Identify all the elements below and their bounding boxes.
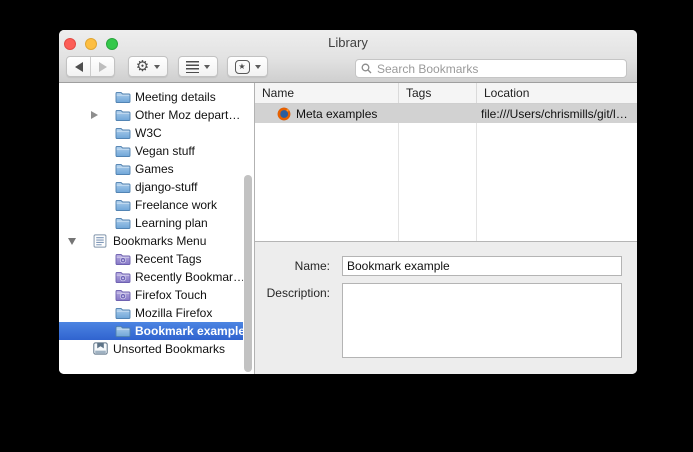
folder-icon	[115, 126, 131, 140]
search-field[interactable]	[355, 59, 627, 78]
description-label: Description:	[266, 286, 330, 300]
bookmarks-tree: Meeting details Other Moz depart… W3C Ve…	[59, 83, 254, 358]
sidebar-item-meeting-details[interactable]: Meeting details	[59, 88, 243, 106]
sidebar-item-freelance-work[interactable]: Freelance work	[59, 196, 243, 214]
column-header-name[interactable]: Name	[255, 83, 399, 103]
folder-icon	[115, 108, 131, 122]
chevron-down-icon	[154, 64, 161, 69]
sidebar-item-label: Recent Tags	[135, 252, 202, 266]
table-header: Name Tags Location	[255, 83, 637, 104]
name-field[interactable]	[342, 256, 622, 276]
chevron-down-icon	[254, 64, 261, 69]
folder-icon	[115, 324, 131, 338]
library-window: Library ⚙ ★ Meetin	[59, 30, 637, 374]
back-button[interactable]	[67, 57, 90, 76]
column-header-tags[interactable]: Tags	[399, 83, 477, 103]
folder-icon	[115, 162, 131, 176]
disclosure-triangle-icon[interactable]	[65, 237, 79, 245]
sidebar-item-unsorted-bookmarks[interactable]: Unsorted Bookmarks	[59, 340, 243, 358]
sidebar-item-label: Recently Bookmar…	[135, 270, 243, 284]
bookmark-name: Meta examples	[296, 106, 378, 121]
sidebar-item-mozilla-firefox[interactable]: Mozilla Firefox	[59, 304, 243, 322]
sidebar-item-w3c[interactable]: W3C	[59, 124, 243, 142]
sidebar-item-label: Games	[135, 162, 174, 176]
smart-folder-icon	[115, 252, 131, 266]
cell-name: Meta examples	[255, 107, 399, 121]
bookmark-row-meta-examples[interactable]: Meta examples file:///Users/chrismills/gi…	[255, 104, 637, 123]
sidebar-item-label: Vegan stuff	[135, 144, 195, 158]
sidebar-item-label: Meeting details	[135, 90, 216, 104]
sidebar-item-games[interactable]: Games	[59, 160, 243, 178]
chevron-down-icon	[204, 64, 210, 69]
sidebar-item-learning-plan[interactable]: Learning plan	[59, 214, 243, 232]
library-content: Meeting details Other Moz depart… W3C Ve…	[59, 83, 637, 374]
gear-icon: ⚙	[135, 57, 150, 75]
folder-icon	[115, 144, 131, 158]
name-label: Name:	[294, 259, 330, 273]
sidebar-item-label: Bookmarks Menu	[113, 234, 207, 248]
sidebar-item-label: Mozilla Firefox	[135, 306, 213, 320]
window-chrome: Library ⚙ ★	[59, 30, 637, 83]
folder-icon	[115, 198, 131, 212]
cell-location: file:///Users/chrismills/git/le…	[481, 106, 635, 121]
sidebar-scrollbar-thumb[interactable]	[244, 175, 252, 372]
sidebar-item-other-moz-depart[interactable]: Other Moz depart…	[59, 106, 243, 124]
actions-menu-button[interactable]: ⚙	[128, 56, 168, 77]
folder-icon	[115, 306, 131, 320]
smart-folder-icon	[115, 270, 131, 284]
sidebar-item-bookmark-example[interactable]: Bookmark example	[59, 322, 243, 340]
sidebar-item-label: Firefox Touch	[135, 288, 207, 302]
sidebar-item-label: Freelance work	[135, 198, 218, 212]
sidebar-item-vegan-stuff[interactable]: Vegan stuff	[59, 142, 243, 160]
column-divider[interactable]	[476, 104, 477, 241]
sidebar-item-django-stuff[interactable]: django-stuff	[59, 178, 243, 196]
firefox-icon	[277, 107, 291, 121]
smart-folder-icon	[115, 288, 131, 302]
forward-icon	[98, 61, 107, 72]
sidebar-item-label: Other Moz depart…	[135, 108, 241, 122]
sidebar-item-bookmarks-menu[interactable]: Bookmarks Menu	[59, 232, 243, 250]
column-header-location[interactable]: Location	[477, 83, 637, 103]
forward-button[interactable]	[90, 57, 114, 76]
menu-icon	[93, 234, 109, 248]
column-divider[interactable]	[398, 104, 399, 241]
views-menu-button[interactable]	[178, 56, 218, 77]
list-view-icon	[186, 60, 199, 73]
sidebar-item-label: Unsorted Bookmarks	[113, 342, 226, 356]
table-body: Meta examples file:///Users/chrismills/gi…	[255, 104, 637, 242]
search-icon	[361, 63, 372, 74]
star-badge-icon: ★	[234, 59, 250, 74]
import-backup-menu-button[interactable]: ★	[227, 56, 268, 77]
sidebar-item-recent-tags[interactable]: Recent Tags	[59, 250, 243, 268]
sidebar-item-label: W3C	[135, 126, 162, 140]
sidebar-item-recently-bookmar[interactable]: Recently Bookmar…	[59, 268, 243, 286]
back-icon	[74, 61, 83, 72]
search-input[interactable]	[375, 60, 621, 77]
main-panel: Name Tags Location Meta examples file:///Us…	[255, 83, 637, 374]
disclosure-triangle-icon[interactable]	[87, 111, 101, 119]
details-pane: Name: Description:	[255, 242, 637, 374]
sidebar-item-label: django-stuff	[135, 180, 198, 194]
sidebar-item-label: Bookmark example	[135, 324, 243, 338]
unsorted-icon	[93, 342, 109, 356]
description-field[interactable]	[342, 283, 622, 358]
window-title: Library	[328, 35, 368, 50]
sidebar-item-firefox-touch[interactable]: Firefox Touch	[59, 286, 243, 304]
history-nav-segmented-control	[66, 56, 115, 77]
folder-icon	[115, 90, 131, 104]
sidebar-item-label: Learning plan	[135, 216, 208, 230]
sidebar: Meeting details Other Moz depart… W3C Ve…	[59, 83, 255, 374]
folder-icon	[115, 180, 131, 194]
folder-icon	[115, 216, 131, 230]
